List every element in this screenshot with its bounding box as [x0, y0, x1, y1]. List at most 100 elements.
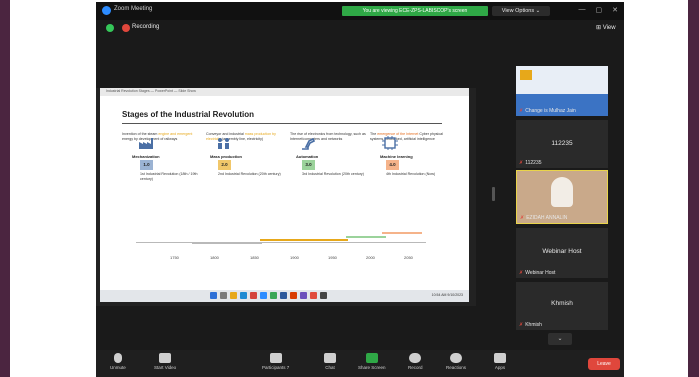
- unmute-button[interactable]: Unmute: [110, 353, 126, 370]
- window-controls: — ▢ ✕: [579, 6, 619, 14]
- chat-icon: [324, 353, 336, 363]
- participant-video-logo: [520, 70, 532, 80]
- windows-taskbar: 10:54 AM 9/10/2023: [100, 290, 469, 302]
- leave-button[interactable]: Leave: [588, 358, 620, 370]
- stage-number: 4.0: [386, 160, 399, 170]
- search-icon[interactable]: [220, 292, 227, 299]
- mic-icon: [113, 353, 122, 363]
- edge-icon[interactable]: [240, 292, 247, 299]
- slide-divider: [122, 123, 442, 124]
- timeline-bar: [382, 232, 422, 234]
- record-label: Record: [408, 365, 423, 370]
- participant-tile[interactable]: 112235 ✗ 112235: [516, 120, 608, 168]
- slideshow-chrome-title: Industrial Revolution Stages — PowerPoin…: [106, 89, 196, 93]
- share-banner: You are viewing ECE-ZPS-LABISCOP's scree…: [342, 6, 488, 16]
- participant-name: ✗ EZIDAH ANNALIN: [520, 215, 568, 221]
- zoom-window: Zoom Meeting You are viewing ECE-ZPS-LAB…: [96, 2, 624, 377]
- participant-tile[interactable]: Khmish ✗ Khmish: [516, 282, 608, 330]
- robot-arm-icon: [302, 137, 316, 150]
- year-tick: 1900: [290, 255, 299, 260]
- mic-off-icon: ✗: [519, 322, 524, 328]
- start-icon[interactable]: [210, 292, 217, 299]
- apps-button[interactable]: Apps: [494, 353, 506, 370]
- stage-number: 2.0: [218, 160, 231, 170]
- teams-icon[interactable]: [300, 292, 307, 299]
- panel-resize-handle[interactable]: [492, 187, 495, 201]
- participant-tile[interactable]: Webinar Host ✗ Webinar Host: [516, 228, 608, 278]
- mic-off-icon: ✗: [520, 215, 525, 221]
- participants-icon: [269, 353, 282, 363]
- outer-frame: Zoom Meeting You are viewing ECE-ZPS-LAB…: [0, 0, 699, 377]
- participant-tile-active[interactable]: ✗ EZIDAH ANNALIN: [516, 170, 608, 224]
- factory-icon: [139, 138, 153, 149]
- view-options-button[interactable]: View Options ⌄: [492, 6, 550, 16]
- chat-button[interactable]: Chat: [324, 353, 336, 370]
- timeline-bar: [260, 239, 348, 241]
- zoom-icon[interactable]: [260, 292, 267, 299]
- stage-revolution: 1st Industrial Revolution (18th / 19th c…: [140, 172, 198, 181]
- chevron-down-icon[interactable]: ⌄: [548, 333, 572, 345]
- window-title: Zoom Meeting: [114, 6, 153, 12]
- participants-button[interactable]: Participants 7: [262, 353, 289, 370]
- participant-tile[interactable]: ✗ Change is Mulhaz Jain: [516, 66, 608, 116]
- minimize-icon[interactable]: —: [579, 6, 586, 14]
- timeline-axis: [136, 242, 426, 243]
- participant-name: ✗ Change is Mulhaz Jain: [519, 108, 576, 114]
- reactions-button[interactable]: Reactions: [446, 353, 466, 370]
- shield-icon[interactable]: [106, 24, 114, 32]
- stage-desc-text: from technology, such as: [326, 132, 366, 136]
- excel-icon[interactable]: [270, 292, 277, 299]
- mic-off-icon: ✗: [519, 270, 524, 276]
- close-icon[interactable]: ✕: [612, 6, 618, 14]
- participant-name: ✗ Webinar Host: [519, 270, 556, 276]
- year-tick: 1950: [328, 255, 337, 260]
- mic-off-icon: ✗: [519, 108, 524, 114]
- page-background: Zoom Meeting You are viewing ECE-ZPS-LAB…: [10, 0, 688, 377]
- title-bar: Zoom Meeting You are viewing ECE-ZPS-LAB…: [96, 2, 624, 20]
- office-icon[interactable]: [290, 292, 297, 299]
- taskbar-clock: 10:54 AM 9/10/2023: [431, 293, 463, 297]
- stage-desc-text: Internet/computers and networks: [290, 136, 343, 141]
- stage-revolution: 4th Industrial Revolution (Now): [386, 172, 436, 176]
- year-tick: 2000: [366, 255, 375, 260]
- zoom-logo-icon: [102, 6, 111, 15]
- start-video-label: Start Video: [154, 365, 177, 370]
- chrome-icon[interactable]: [310, 292, 317, 299]
- slideshow-chrome: Industrial Revolution Stages — PowerPoin…: [100, 88, 469, 96]
- settings-icon[interactable]: [320, 292, 327, 299]
- year-tick: 1850: [250, 255, 259, 260]
- slide-title: Stages of the Industrial Revolution: [122, 110, 255, 119]
- participants-label: Participants 7: [262, 365, 290, 370]
- stage-desc-highlight: engine and emergent: [158, 132, 193, 136]
- participant-display-name: 112235: [551, 140, 573, 147]
- video-icon: [159, 353, 172, 363]
- start-video-button[interactable]: Start Video: [154, 353, 176, 370]
- reactions-icon: [450, 353, 462, 363]
- word-icon[interactable]: [280, 292, 287, 299]
- view-button[interactable]: ⊞ View: [596, 24, 616, 31]
- stage-label: Mechanization: [132, 154, 160, 159]
- meeting-info-row: Recording ⊞ View: [96, 20, 624, 36]
- participant-display-name: Webinar Host: [542, 248, 582, 255]
- meeting-toolbar: Unmute Start Video Participants 7 Chat S…: [96, 350, 624, 377]
- presentation-slide: Stages of the Industrial Revolution Inve…: [100, 96, 469, 290]
- participant-name: ✗ 112235: [519, 160, 542, 166]
- recording-label[interactable]: Recording: [132, 24, 159, 30]
- record-button[interactable]: Record: [408, 353, 423, 370]
- share-screen-button[interactable]: Share Screen: [358, 353, 386, 370]
- mic-off-icon: ✗: [519, 160, 524, 166]
- share-screen-icon: [365, 353, 378, 363]
- powerpoint-icon[interactable]: [250, 292, 257, 299]
- stage-label: Machine learning: [380, 154, 413, 159]
- participant-name: ✗ Khmish: [519, 322, 542, 328]
- folder-icon[interactable]: [230, 292, 237, 299]
- stage-label: Automation: [296, 154, 319, 159]
- reactions-label: Reactions: [446, 365, 467, 370]
- circuit-icon: [382, 136, 398, 150]
- year-tick: 1800: [210, 255, 219, 260]
- maximize-icon[interactable]: ▢: [596, 6, 603, 14]
- stage-revolution: 2nd Industrial Revolution (20th century): [218, 172, 281, 176]
- share-screen-label: Share Screen: [358, 365, 386, 370]
- record-icon: [409, 353, 422, 363]
- year-tick: 2050: [404, 255, 413, 260]
